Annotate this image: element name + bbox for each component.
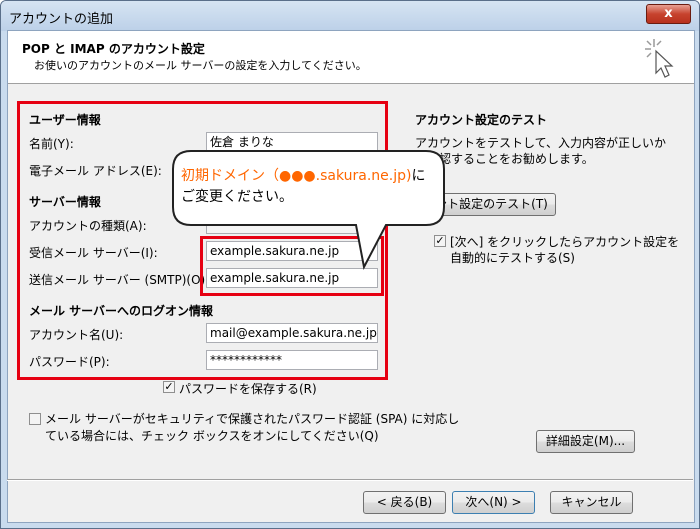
- cancel-button[interactable]: キャンセル: [550, 491, 633, 514]
- page-title: POP と IMAP のアカウント設定: [22, 42, 205, 56]
- auto-test-line2: 自動的にテストする(S): [450, 251, 575, 265]
- test-desc-line1: アカウントをテストして、入力内容が正しいか: [415, 136, 667, 150]
- callout-suffix: に: [411, 168, 426, 184]
- back-button[interactable]: < 戻る(B): [363, 491, 446, 514]
- remember-password-label: パスワードを保存する(R): [179, 382, 317, 396]
- callout-text: 初期ドメイン（●●●.sakura.ne.jp)に ご変更ください。: [181, 166, 425, 208]
- spa-checkbox[interactable]: [29, 413, 41, 425]
- test-heading: アカウント設定のテスト: [415, 113, 548, 127]
- remember-password-checkbox[interactable]: ✓: [163, 381, 175, 393]
- spa-label-line1: メール サーバーがセキュリティで保護されたパスワード認証 (SPA) に対応し: [45, 412, 460, 426]
- dialog-window: アカウントの追加 x POP と IMAP のアカウント設定 お使いのアカウント…: [0, 0, 700, 529]
- auto-test-line1: [次へ] をクリックしたらアカウント設定を: [450, 235, 680, 249]
- wizard-header: POP と IMAP のアカウント設定 お使いのアカウントのメール サーバーの設…: [8, 31, 694, 84]
- callout-domain-text: 初期ドメイン（●●●.sakura.ne.jp): [181, 168, 412, 184]
- page-subtitle: お使いのアカウントのメール サーバーの設定を入力してください。: [34, 59, 367, 72]
- advanced-settings-button[interactable]: 詳細設定(M)...: [536, 430, 635, 453]
- window-title: アカウントの追加: [9, 12, 114, 27]
- cursor-sparkle-icon: [645, 39, 674, 78]
- next-button[interactable]: 次へ(N) >: [452, 491, 535, 514]
- callout-line2: ご変更ください。: [181, 189, 293, 205]
- spa-label-line2: ている場合には、チェック ボックスをオンにしてください(Q): [45, 429, 379, 443]
- title-bar: アカウントの追加 x: [1, 1, 699, 31]
- close-button[interactable]: x: [646, 4, 691, 24]
- footer-divider: [7, 479, 693, 481]
